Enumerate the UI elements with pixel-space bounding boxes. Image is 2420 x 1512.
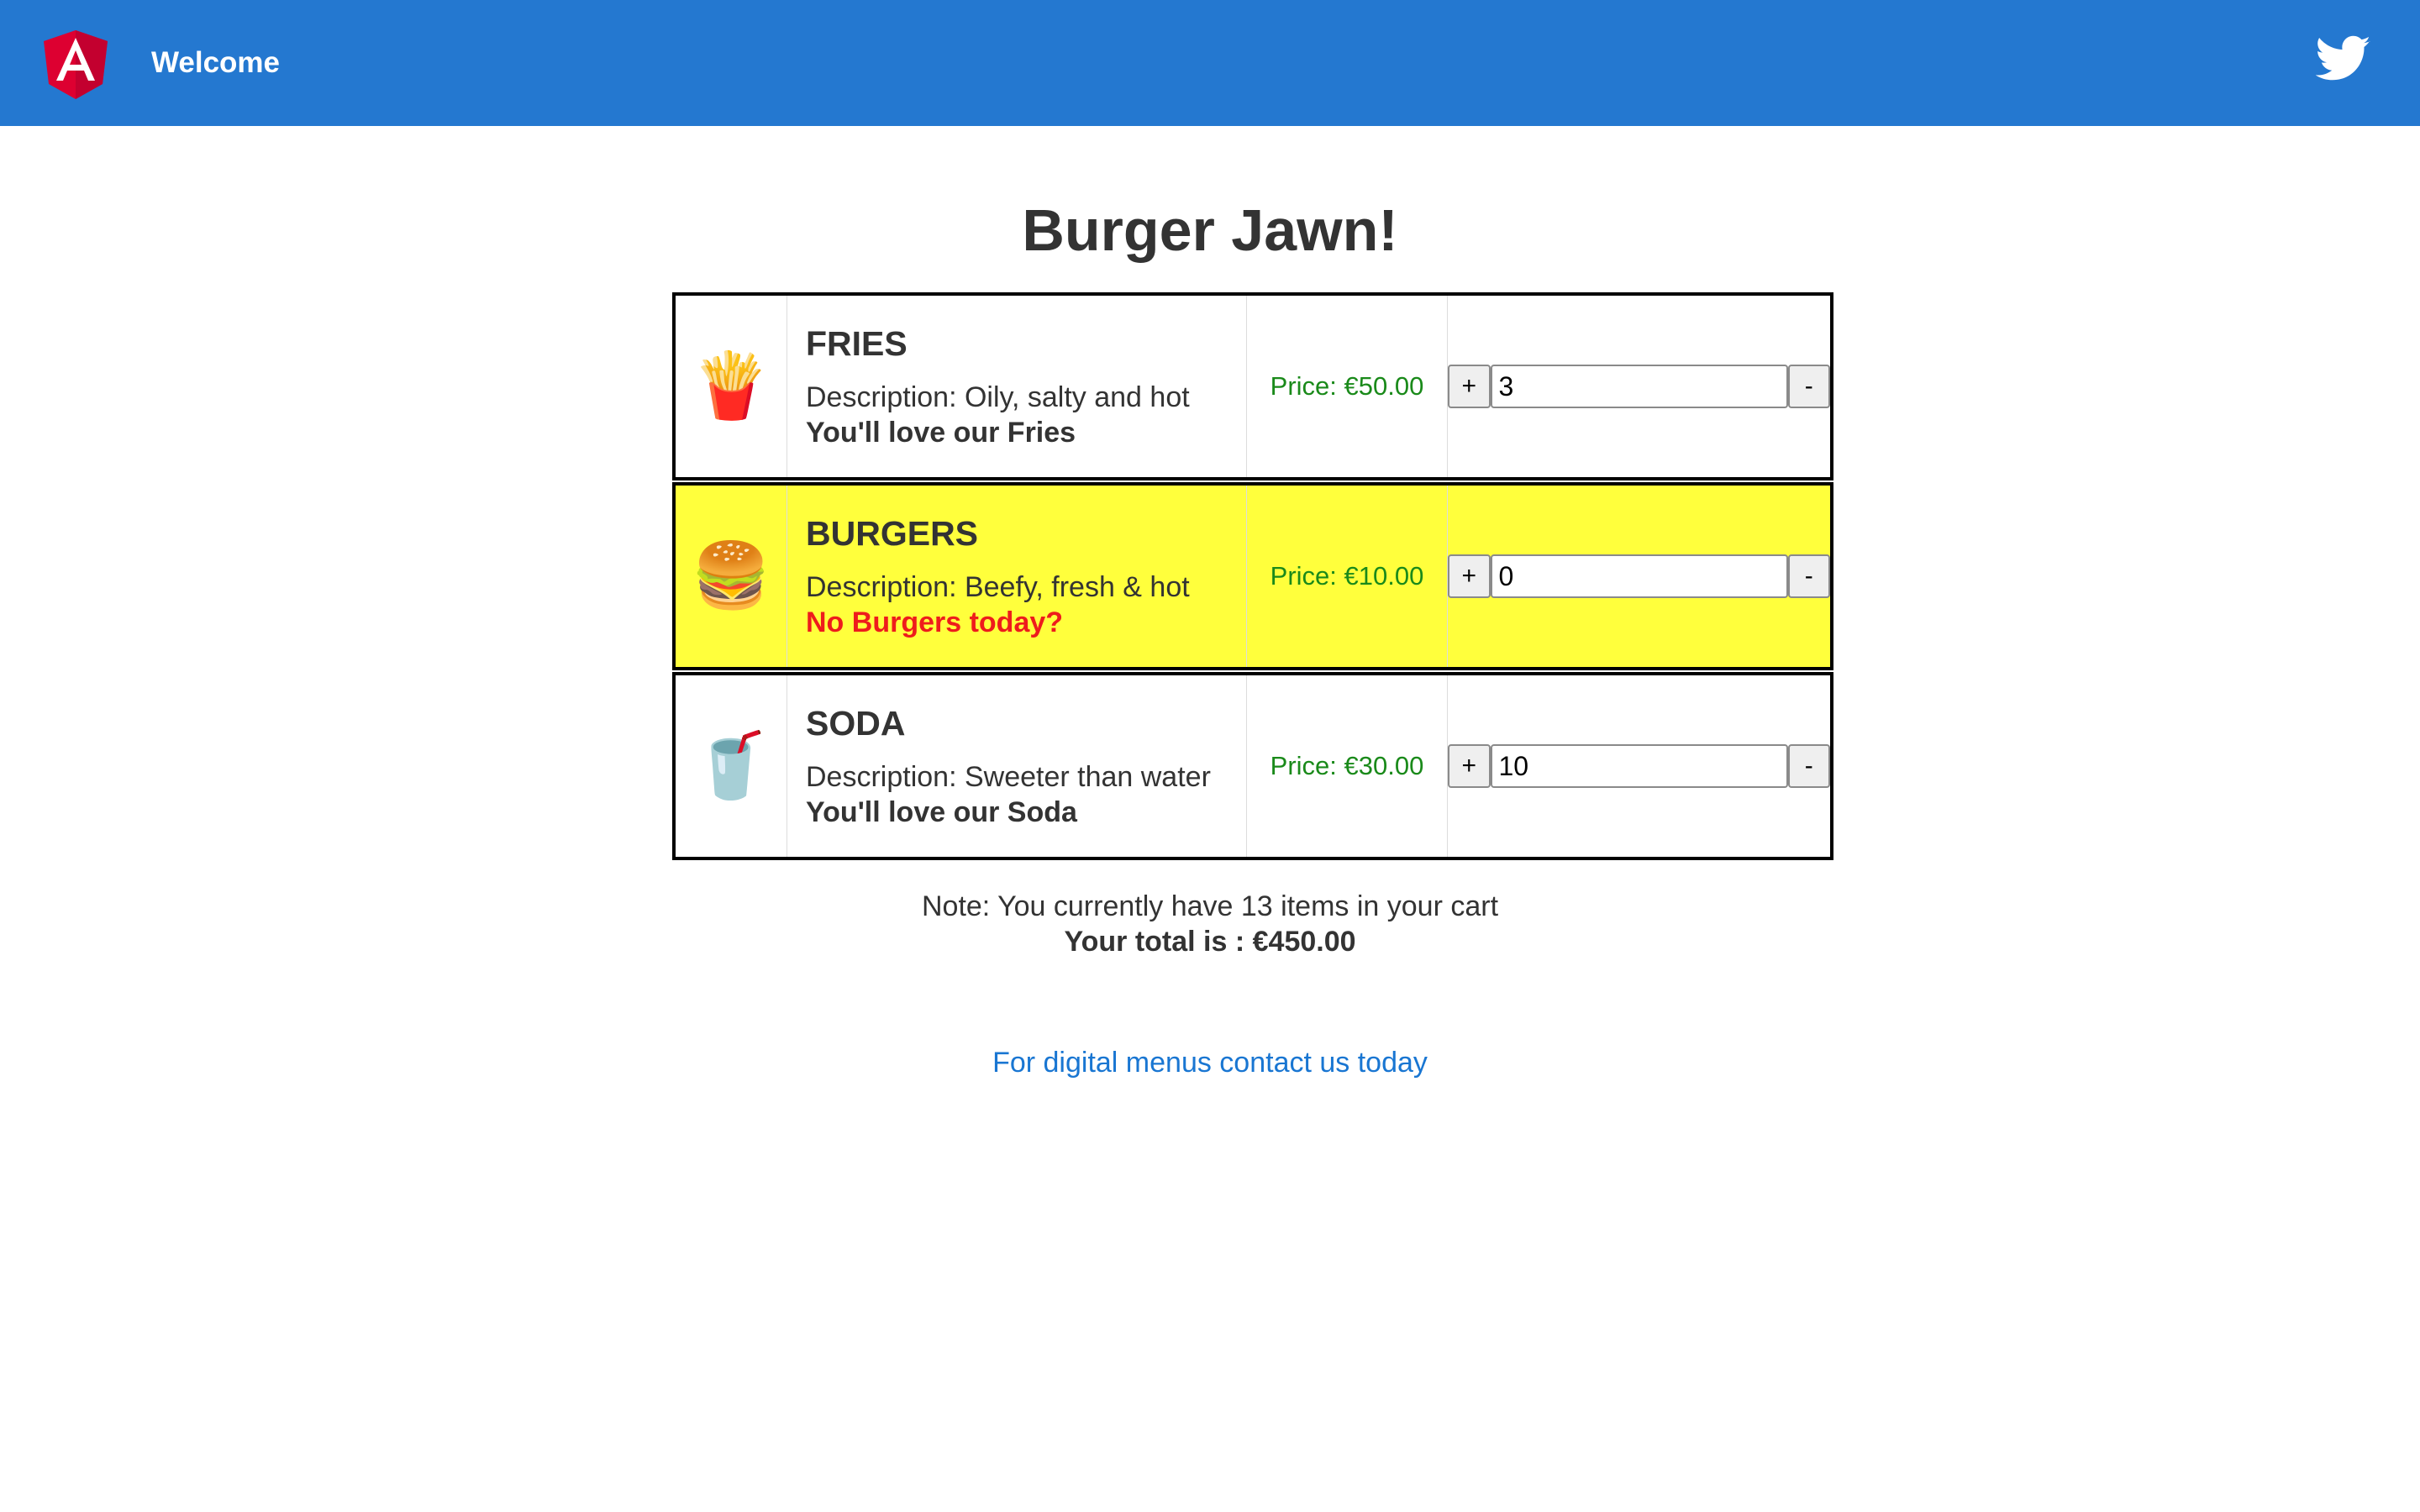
item-price: Price: €50.00 [1246, 294, 1448, 480]
welcome-label: Welcome [151, 46, 281, 79]
item-description: Description: Oily, salty and hot [806, 381, 1190, 413]
quantity-stepper: + - [1448, 365, 1830, 408]
soda-icon: 🥤 [691, 730, 771, 801]
quantity-stepper: + - [1448, 744, 1830, 788]
quantity-input[interactable] [1490, 554, 1788, 598]
increment-button[interactable]: + [1448, 554, 1491, 598]
menu-list: 🍟 FRIES Description: Oily, salty and hot… [672, 292, 1833, 860]
item-image-cell: 🍔 [674, 484, 787, 669]
fries-icon: 🍟 [691, 350, 771, 422]
item-description: Description: Beefy, fresh & hot [806, 571, 1190, 603]
item-tagline: No Burgers today? [806, 606, 1064, 638]
item-image-cell: 🥤 [674, 674, 787, 859]
quantity-stepper: + - [1448, 554, 1830, 598]
item-quantity-cell: + - [1447, 294, 1833, 480]
item-name: FRIES [806, 324, 908, 363]
burger-icon: 🍔 [691, 540, 771, 612]
item-description: Description: Sweeter than water [806, 761, 1211, 793]
contact-section: For digital menus contact us today [0, 1045, 2420, 1080]
decrement-button[interactable]: - [1787, 365, 1830, 408]
menu-item-soda: 🥤 SODA Description: Sweeter than water Y… [672, 672, 1833, 860]
top-toolbar: Welcome [0, 0, 2420, 126]
cart-summary: Note: You currently have 13 items in you… [0, 889, 2420, 959]
item-description-cell: BURGERS Description: Beefy, fresh & hot … [786, 484, 1247, 669]
increment-button[interactable]: + [1448, 365, 1491, 408]
item-description-cell: SODA Description: Sweeter than water You… [786, 674, 1247, 859]
item-tagline: You'll love our Soda [806, 796, 1077, 828]
item-price: Price: €30.00 [1246, 674, 1448, 859]
quantity-input[interactable] [1490, 365, 1788, 408]
contact-link[interactable]: For digital menus contact us today [992, 1047, 1428, 1079]
decrement-button[interactable]: - [1787, 554, 1830, 598]
twitter-icon[interactable] [2316, 35, 2371, 82]
item-name: SODA [806, 704, 906, 743]
item-quantity-cell: + - [1447, 674, 1833, 859]
item-description-cell: FRIES Description: Oily, salty and hot Y… [786, 294, 1247, 480]
menu-item-fries: 🍟 FRIES Description: Oily, salty and hot… [672, 292, 1833, 480]
cart-note: Note: You currently have 13 items in you… [921, 890, 1499, 922]
decrement-button[interactable]: - [1787, 744, 1830, 788]
page-title: Burger Jawn! [1022, 197, 1398, 263]
item-image-cell: 🍟 [674, 294, 787, 480]
cart-total: Your total is : €450.00 [1064, 926, 1356, 958]
item-tagline: You'll love our Fries [806, 417, 1076, 449]
item-name: BURGERS [806, 514, 979, 553]
item-price: Price: €10.00 [1246, 484, 1448, 669]
menu-item-burgers: 🍔 BURGERS Description: Beefy, fresh & ho… [672, 482, 1833, 670]
quantity-input[interactable] [1490, 744, 1788, 788]
angular-logo-icon[interactable] [44, 30, 108, 99]
increment-button[interactable]: + [1448, 744, 1491, 788]
item-quantity-cell: + - [1447, 484, 1833, 669]
